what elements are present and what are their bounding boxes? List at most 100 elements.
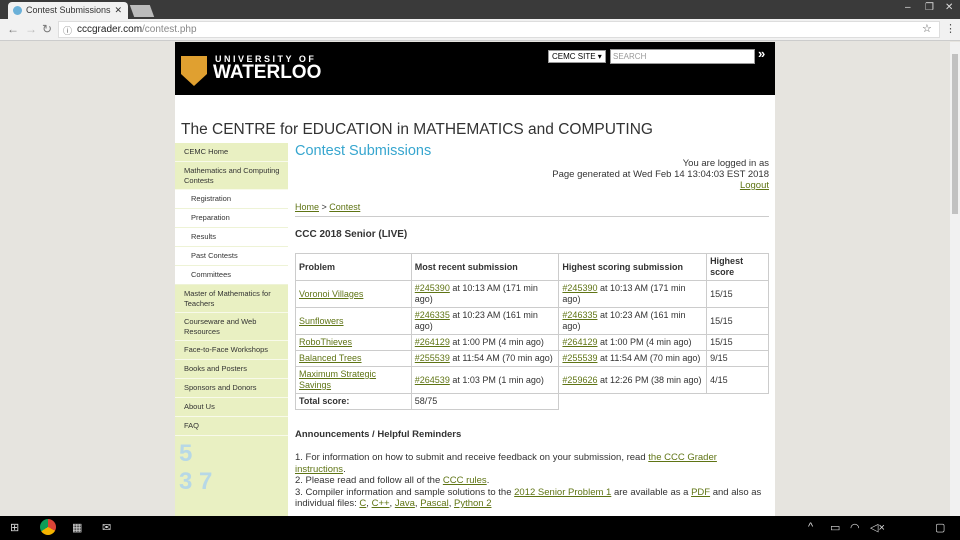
col-problem: Problem	[295, 253, 412, 281]
score-cell: 4/15	[706, 366, 769, 394]
recent-submission-link[interactable]: #245390	[415, 283, 450, 293]
notifications-icon[interactable]: ▢	[935, 521, 945, 534]
ann-1-end: .	[343, 463, 346, 475]
total-label: Total score:	[295, 393, 412, 410]
problem-cell: Maximum Strategic Savings	[295, 366, 412, 394]
problem-link[interactable]: Balanced Trees	[299, 353, 362, 363]
sidebar-item[interactable]: Mathematics and Computing Contests	[175, 162, 288, 190]
menu-icon[interactable]: ⋮	[945, 22, 956, 35]
total-value: 58/75	[410, 393, 560, 410]
browser-tab-bar: Contest Submissions ✕ – ❐ ✕	[0, 0, 960, 19]
recent-submission-link[interactable]: #255539	[415, 353, 450, 363]
table-row: Maximum Strategic Savings #264539 at 1:0…	[295, 366, 769, 394]
senior-problem-link[interactable]: 2012 Senior Problem 1	[514, 487, 611, 498]
file-link[interactable]: Pascal	[420, 498, 449, 509]
close-tab-icon[interactable]: ✕	[114, 5, 122, 16]
forward-icon[interactable]: →	[25, 22, 37, 36]
search-go-button[interactable]: »	[758, 46, 765, 61]
sidebar-item[interactable]: CEMC Home	[175, 143, 288, 162]
table-row: Voronoi Villages #245390 at 10:13 AM (17…	[295, 280, 769, 308]
sidebar-item[interactable]: Books and Posters	[175, 360, 288, 379]
ccc-rules-link[interactable]: CCC rules	[443, 475, 487, 486]
contest-title: CCC 2018 Senior (LIVE)	[295, 229, 408, 240]
breadcrumb-sep: >	[319, 202, 330, 212]
highest-cell: #245390 at 10:13 AM (171 min ago)	[558, 280, 708, 308]
recent-cell: #264129 at 1:00 PM (4 min ago)	[410, 334, 560, 351]
file-link[interactable]: C++	[372, 498, 390, 509]
problem-link[interactable]: Voronoi Villages	[299, 289, 363, 299]
mail-icon[interactable]: ✉	[102, 521, 111, 534]
breadcrumb-contest[interactable]: Contest	[329, 202, 360, 212]
submissions-table: Problem Most recent submission Highest s…	[295, 253, 769, 410]
logout-link[interactable]: Logout	[740, 180, 769, 191]
sidebar-item[interactable]: Preparation	[175, 209, 288, 228]
tab-title: Contest Submissions	[26, 5, 111, 15]
score-cell: 15/15	[706, 334, 769, 351]
minimize-icon[interactable]: –	[905, 2, 911, 13]
highest-time: at 11:54 AM (70 min ago)	[597, 353, 701, 363]
scrollbar-thumb[interactable]	[952, 54, 958, 214]
problem-link[interactable]: Sunflowers	[299, 316, 344, 326]
sidebar-item[interactable]: FAQ	[175, 417, 288, 436]
browser-tab[interactable]: Contest Submissions ✕	[8, 2, 128, 19]
tray-up-icon[interactable]: ^	[808, 521, 813, 533]
scrollbar[interactable]	[950, 42, 960, 516]
file-link[interactable]: Java	[395, 498, 415, 509]
calendar-app-icon[interactable]: ▦	[72, 521, 82, 534]
back-icon[interactable]: ←	[7, 22, 19, 36]
highest-cell: #246335 at 10:23 AM (161 min ago)	[558, 307, 708, 335]
generated-text: Page generated at Wed Feb 14 13:04:03 ES…	[552, 169, 769, 180]
recent-submission-link[interactable]: #264539	[415, 375, 450, 385]
recent-submission-link[interactable]: #246335	[415, 310, 450, 320]
ann-1: 1. For information on how to submit and …	[295, 452, 649, 463]
sidebar-item[interactable]: Results	[175, 228, 288, 247]
recent-cell: #255539 at 11:54 AM (70 min ago)	[410, 350, 560, 367]
page-heading: Contest Submissions	[295, 143, 432, 159]
search-input[interactable]: SEARCH	[610, 49, 755, 64]
battery-icon[interactable]: ▭	[830, 521, 840, 534]
close-window-icon[interactable]: ✕	[945, 2, 953, 13]
problem-link[interactable]: RoboThieves	[299, 337, 352, 347]
score-cell: 15/15	[706, 307, 769, 335]
file-link[interactable]: C	[359, 498, 366, 509]
sidebar-item[interactable]: Past Contests	[175, 247, 288, 266]
site-select[interactable]: CEMC SITE ▾	[548, 50, 606, 63]
sidebar-item[interactable]: Face-to-Face Workshops	[175, 341, 288, 360]
volume-muted-icon[interactable]: ◁×	[870, 521, 885, 534]
recent-cell: #245390 at 10:13 AM (171 min ago)	[410, 280, 560, 308]
sidebar-item[interactable]: Sponsors and Donors	[175, 379, 288, 398]
highest-submission-link[interactable]: #264129	[562, 337, 597, 347]
sidebar-item[interactable]: Courseware and Web Resources	[175, 313, 288, 341]
highest-submission-link[interactable]: #245390	[562, 283, 597, 293]
sidebar-item[interactable]: Registration	[175, 190, 288, 209]
pdf-link[interactable]: PDF	[691, 487, 710, 498]
breadcrumb-home[interactable]: Home	[295, 202, 319, 212]
bookmark-star-icon[interactable]: ☆	[922, 22, 932, 35]
sidebar-item[interactable]: Committees	[175, 266, 288, 285]
highest-time: at 12:26 PM (38 min ago)	[597, 374, 702, 385]
highest-cell: #259626 at 12:26 PM (38 min ago)	[558, 366, 708, 394]
table-row: Balanced Trees #255539 at 11:54 AM (70 m…	[295, 350, 769, 367]
new-tab-button[interactable]	[129, 5, 155, 17]
windows-start-icon[interactable]: ⊞	[10, 521, 19, 534]
recent-submission-link[interactable]: #264129	[415, 337, 450, 347]
recent-time: at 1:03 PM (1 min ago)	[449, 374, 544, 385]
file-link[interactable]: Python 2	[454, 498, 492, 509]
url-input[interactable]: ⓘ cccgrader.com/contest.php	[58, 21, 940, 38]
maximize-icon[interactable]: ❐	[925, 2, 934, 13]
sidebar-item[interactable]: Master of Mathematics for Teachers	[175, 285, 288, 313]
waterloo-crest-logo[interactable]	[181, 56, 207, 86]
wifi-icon[interactable]: ◠	[850, 521, 860, 534]
url-path: /contest.php	[142, 24, 197, 35]
taskbar: ⊞ ▦ ✉ ^ ▭ ◠ ◁× ▢	[0, 516, 960, 540]
site-header: UNIVERSITY OF WATERLOO CEMC SITE ▾ SEARC…	[175, 42, 775, 95]
chrome-icon[interactable]	[40, 519, 56, 535]
reload-icon[interactable]: ↻	[42, 22, 52, 36]
highest-submission-link[interactable]: #255539	[562, 353, 597, 363]
announcements-title: Announcements / Helpful Reminders	[295, 429, 462, 440]
highest-submission-link[interactable]: #246335	[562, 310, 597, 320]
highest-submission-link[interactable]: #259626	[562, 375, 597, 385]
sidebar-item[interactable]: About Us	[175, 398, 288, 417]
problem-link[interactable]: Maximum Strategic Savings	[299, 369, 376, 390]
highest-cell: #264129 at 1:00 PM (4 min ago)	[558, 334, 708, 351]
